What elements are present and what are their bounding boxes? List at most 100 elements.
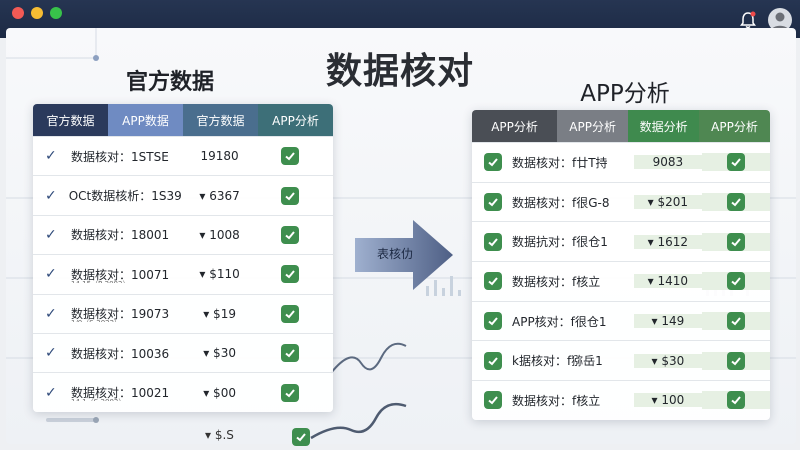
- checkbox-checked-icon[interactable]: [726, 232, 745, 251]
- checkbox-checked-icon[interactable]: [726, 391, 745, 410]
- official-data-table: 官方数据 APP数据 官方数据 APP分析 ✓ 数据核对：1STSE 19180 ✓ O…: [33, 104, 333, 412]
- checkmark-icon: ✓: [45, 187, 57, 204]
- checkbox-checked-icon[interactable]: [726, 193, 745, 212]
- checkbox-checked-icon[interactable]: [484, 153, 502, 172]
- row-label-cell: ✓ 数据核对：18001: [33, 226, 182, 243]
- close-window-button[interactable]: [12, 7, 24, 19]
- column-header[interactable]: APP分析: [472, 110, 558, 142]
- row-status-cell: [701, 351, 770, 370]
- row-value: ▾ 149: [633, 314, 702, 329]
- table-row[interactable]: 数据核对：f核立 ▾ 100: [472, 380, 770, 420]
- table-row[interactable]: APP核对：f很仓1 ▾ 149: [472, 300, 770, 341]
- checkbox-checked-icon[interactable]: [726, 351, 745, 370]
- notification-bell-icon[interactable]: [738, 10, 758, 30]
- checkbox-checked-icon[interactable]: [484, 391, 502, 410]
- row-status-cell: [701, 193, 770, 212]
- row-label: 数据抗对：f很仓1: [512, 235, 608, 250]
- checkbox-checked-icon[interactable]: [281, 147, 300, 166]
- checkbox-checked-icon[interactable]: [484, 232, 502, 251]
- minimize-window-button[interactable]: [31, 7, 43, 19]
- row-label: 数据核对：1STSE: [71, 149, 169, 164]
- column-header[interactable]: 数据分析: [628, 110, 700, 142]
- row-status-cell: [701, 232, 770, 251]
- checkmark-icon: ✓: [45, 345, 57, 362]
- row-label-cell: ✓数据核对：1002114.1（S-2002）: [33, 384, 182, 402]
- row-label: 数据核对：f核立: [512, 274, 601, 289]
- arrow-label: 表核仂: [376, 247, 413, 261]
- checkbox-checked-icon[interactable]: [726, 153, 745, 172]
- row-note: 1/0（S-2022）: [71, 318, 121, 322]
- row-status-cell: [257, 225, 333, 244]
- row-label: 数据核对：f廿T持: [512, 155, 608, 170]
- checkbox-checked-icon[interactable]: [484, 351, 502, 370]
- table-row[interactable]: ✓数据核对：1007114.15（P-2002） ▾ $110: [33, 254, 333, 293]
- checkmark-icon: ✓: [45, 266, 57, 283]
- checkbox-checked-icon[interactable]: [726, 272, 745, 291]
- table-row[interactable]: 数据核对：f廿T持 9083: [472, 142, 770, 182]
- row-label-cell: 数据核对：f核立: [472, 272, 634, 291]
- row-label: APP核对：f很仓1: [512, 314, 607, 329]
- row-value: ▾ 1612: [633, 234, 702, 249]
- overflow-value: ▾ $.S: [205, 428, 234, 442]
- checkbox-checked-icon[interactable]: [281, 265, 300, 284]
- column-header[interactable]: 官方数据: [183, 104, 258, 136]
- column-header[interactable]: 官方数据: [33, 104, 108, 136]
- checkbox-checked-icon[interactable]: [484, 193, 502, 212]
- table-row[interactable]: ✓数据核对：1002114.1（S-2002） ▾ $00: [33, 372, 333, 411]
- row-value: ▾ $30: [633, 353, 702, 368]
- page-title: 数据核对: [325, 51, 474, 92]
- checkbox-checked-icon[interactable]: [281, 383, 300, 402]
- column-header[interactable]: APP分析: [699, 110, 770, 142]
- row-note: 14.1（S-2002）: [71, 397, 125, 401]
- checkbox-checked-icon[interactable]: [281, 186, 300, 205]
- checkbox-checked-icon[interactable]: [726, 312, 745, 331]
- row-value: ▾ 1410: [633, 274, 702, 289]
- checkbox-checked-icon[interactable]: [281, 344, 300, 363]
- checkbox-checked-icon[interactable]: [484, 272, 502, 291]
- table-header: 官方数据 APP数据 官方数据 APP分析: [33, 104, 333, 136]
- row-value: ▾ 1008: [199, 227, 240, 242]
- checkbox-checked-icon[interactable]: [484, 312, 502, 331]
- checkmark-icon: ✓: [45, 384, 57, 401]
- column-header[interactable]: APP分析: [258, 104, 333, 136]
- row-label-cell: ✓数据核对：190731/0（S-2022）: [33, 305, 182, 323]
- table-row[interactable]: ✓ 数据核对：18001 ▾ 1008: [33, 214, 333, 254]
- row-label: 数据核对：f很G-8: [512, 195, 610, 210]
- row-label-cell: ✓ 数据核对：10036: [33, 345, 182, 362]
- row-status-cell: [257, 304, 333, 323]
- right-section-title: APP分析: [580, 81, 670, 107]
- row-label-cell: ✓ 数据核对：1STSE: [33, 148, 182, 165]
- column-header[interactable]: APP分析: [557, 110, 629, 142]
- table-row[interactable]: k据核对：f猕岳1 ▾ $30: [472, 340, 770, 380]
- row-value: ▾ $110: [199, 267, 240, 282]
- table-row[interactable]: 数据抗对：f很仓1 ▾ 1612: [472, 221, 770, 261]
- row-value: ▾ $00: [203, 385, 236, 400]
- table-row[interactable]: 数据核对：f很G-8 ▾ $201: [472, 181, 770, 222]
- checkbox-checked-icon[interactable]: [292, 428, 310, 446]
- row-label-cell: ✓数据核对：1007114.15（P-2002）: [33, 266, 182, 283]
- row-status-cell: [701, 312, 770, 331]
- row-status-cell: [257, 186, 333, 205]
- row-label-cell: 数据核对：f廿T持: [472, 153, 634, 172]
- table-row[interactable]: ✓数据核对：190731/0（S-2022） ▾ $19: [33, 293, 333, 333]
- checkbox-checked-icon[interactable]: [281, 225, 300, 244]
- row-label: 数据核对：10036: [71, 346, 170, 361]
- column-header[interactable]: APP数据: [108, 104, 183, 136]
- row-status-cell: [257, 265, 333, 284]
- maximize-window-button[interactable]: [50, 7, 62, 19]
- row-label: 数据核对：f核立: [512, 393, 601, 408]
- row-label-cell: APP核对：f很仓1: [472, 312, 634, 331]
- table-row[interactable]: ✓ 数据核对：1STSE 19180: [33, 136, 333, 175]
- checkbox-checked-icon[interactable]: [281, 304, 300, 323]
- row-value: 9083: [633, 155, 702, 170]
- table-row[interactable]: ✓ 数据核对：10036 ▾ $30: [33, 332, 333, 372]
- row-value: 19180: [200, 149, 239, 164]
- row-label-cell: k据核对：f猕岳1: [472, 351, 634, 370]
- table-row[interactable]: 数据核对：f核立 ▾ 1410: [472, 261, 770, 301]
- row-label: 数据核对：18001: [71, 228, 170, 243]
- table-row[interactable]: ✓ OCt数据核析：1S39B ▾ 6367: [33, 175, 333, 214]
- row-label-cell: 数据核对：f核立: [472, 391, 634, 410]
- row-status-cell: [257, 344, 333, 363]
- checkmark-icon: ✓: [45, 148, 57, 165]
- row-label-cell: ✓ OCt数据核析：1S39B: [33, 187, 182, 204]
